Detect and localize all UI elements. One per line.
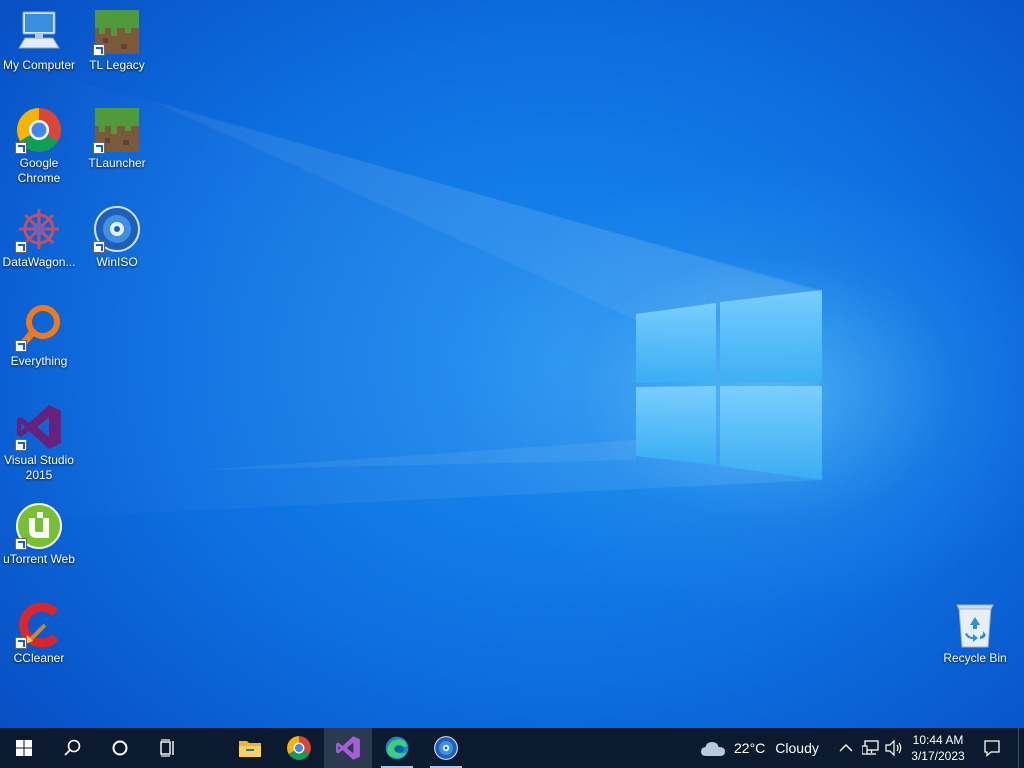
clock-time: 10:44 AM — [912, 733, 964, 747]
desktop-icon-my-computer[interactable]: My Computer — [0, 8, 78, 73]
task-view-icon — [160, 739, 174, 757]
desktop-icon-label: CCleaner — [13, 651, 65, 665]
taskbar-app-winiso[interactable] — [422, 728, 470, 768]
network-button[interactable] — [860, 728, 882, 768]
shortcut-arrow-icon — [93, 241, 105, 253]
file-explorer-icon — [239, 741, 261, 757]
visual-studio-icon — [336, 736, 360, 760]
volume-button[interactable] — [883, 728, 905, 768]
shortcut-arrow-icon — [15, 637, 27, 649]
edge-icon — [385, 736, 409, 760]
taskbar-app-google-chrome[interactable] — [275, 728, 323, 768]
desktop-icon-label: My Computer — [2, 58, 76, 72]
chrome-icon — [15, 106, 63, 154]
desktop-icon-label: TLauncher — [88, 156, 146, 170]
disc-icon — [93, 205, 141, 253]
desktop-icon-label: uTorrent Web — [3, 552, 75, 566]
network-icon — [862, 740, 879, 755]
clock-date: 3/17/2023 — [911, 749, 965, 763]
visual-studio-icon — [15, 403, 63, 451]
weather-temperature: 22°C — [734, 740, 766, 756]
utorrent-icon — [15, 502, 63, 550]
search-icon — [64, 739, 81, 756]
desktop-icon-winiso[interactable]: WinISO — [78, 205, 156, 270]
show-hidden-icons-button[interactable] — [835, 728, 857, 768]
shortcut-arrow-icon — [15, 538, 27, 550]
desktop-icon-google-chrome[interactable]: Google Chrome — [0, 106, 78, 186]
magnifier-icon — [15, 304, 63, 352]
grass-block-icon — [93, 106, 141, 154]
task-view-button[interactable] — [144, 728, 192, 768]
weather-condition: Cloudy — [775, 740, 819, 756]
disc-icon — [434, 736, 458, 760]
desktop-icon-label: Visual Studio 2015 — [4, 453, 74, 482]
shortcut-arrow-icon — [93, 142, 105, 154]
desktop-icon-utorrent-web[interactable]: uTorrent Web — [0, 502, 78, 567]
desktop-icon-tlauncher[interactable]: TLauncher — [78, 106, 156, 171]
taskbar-app-file-explorer[interactable] — [226, 728, 274, 768]
computer-icon — [15, 8, 63, 56]
desktop-icon-tl-legacy[interactable]: TL Legacy — [78, 8, 156, 73]
desktop-icon-label: Everything — [10, 354, 68, 368]
desktop-icon-label: DataWagon... — [2, 255, 76, 269]
taskbar: 22°C Cloudy 10:44 AM 3/17/2023 — [0, 728, 1024, 768]
desktop-icon-everything[interactable]: Everything — [0, 304, 78, 369]
notification-icon — [984, 740, 1000, 757]
start-button[interactable] — [0, 728, 48, 768]
windows-logo-icon — [16, 740, 32, 756]
desktop-icon-ccleaner[interactable]: CCleaner — [0, 601, 78, 666]
weather-widget[interactable]: 22°C Cloudy — [700, 728, 819, 768]
desktop-icon-visual-studio[interactable]: Visual Studio 2015 — [0, 403, 78, 483]
cortana-icon — [112, 740, 128, 756]
shortcut-arrow-icon — [15, 241, 27, 253]
desktop-icon-datawagon[interactable]: DataWagon... — [0, 205, 78, 270]
cloud-icon — [701, 742, 725, 756]
ccleaner-icon — [15, 601, 63, 649]
shortcut-arrow-icon — [93, 44, 105, 56]
grass-block-icon — [93, 8, 141, 56]
search-button[interactable] — [48, 728, 96, 768]
desktop-icon-label: TL Legacy — [89, 58, 145, 72]
desktop-icon-recycle-bin[interactable]: Recycle Bin — [936, 601, 1014, 666]
volume-icon — [885, 740, 902, 756]
shortcut-arrow-icon — [15, 439, 27, 451]
chrome-icon — [287, 736, 311, 760]
action-center-button[interactable] — [980, 728, 1004, 768]
show-desktop-button[interactable] — [1018, 728, 1024, 768]
cortana-button[interactable] — [96, 728, 144, 768]
recycle-bin-icon — [951, 601, 999, 649]
shortcut-arrow-icon — [15, 340, 27, 352]
desktop-icon-label: WinISO — [96, 255, 138, 269]
chevron-up-icon — [839, 744, 853, 752]
taskbar-app-microsoft-edge[interactable] — [373, 728, 421, 768]
desktop-icon-label: Google Chrome — [17, 156, 61, 185]
taskbar-app-visual-studio[interactable] — [324, 728, 372, 768]
shortcut-arrow-icon — [15, 142, 27, 154]
desktop-background[interactable]: My Computer TL Legacy Google Chrome TLau… — [0, 0, 1024, 728]
clock[interactable]: 10:44 AM 3/17/2023 — [906, 732, 970, 764]
desktop-icon-label: Recycle Bin — [943, 651, 1007, 665]
datawagon-icon — [15, 205, 63, 253]
